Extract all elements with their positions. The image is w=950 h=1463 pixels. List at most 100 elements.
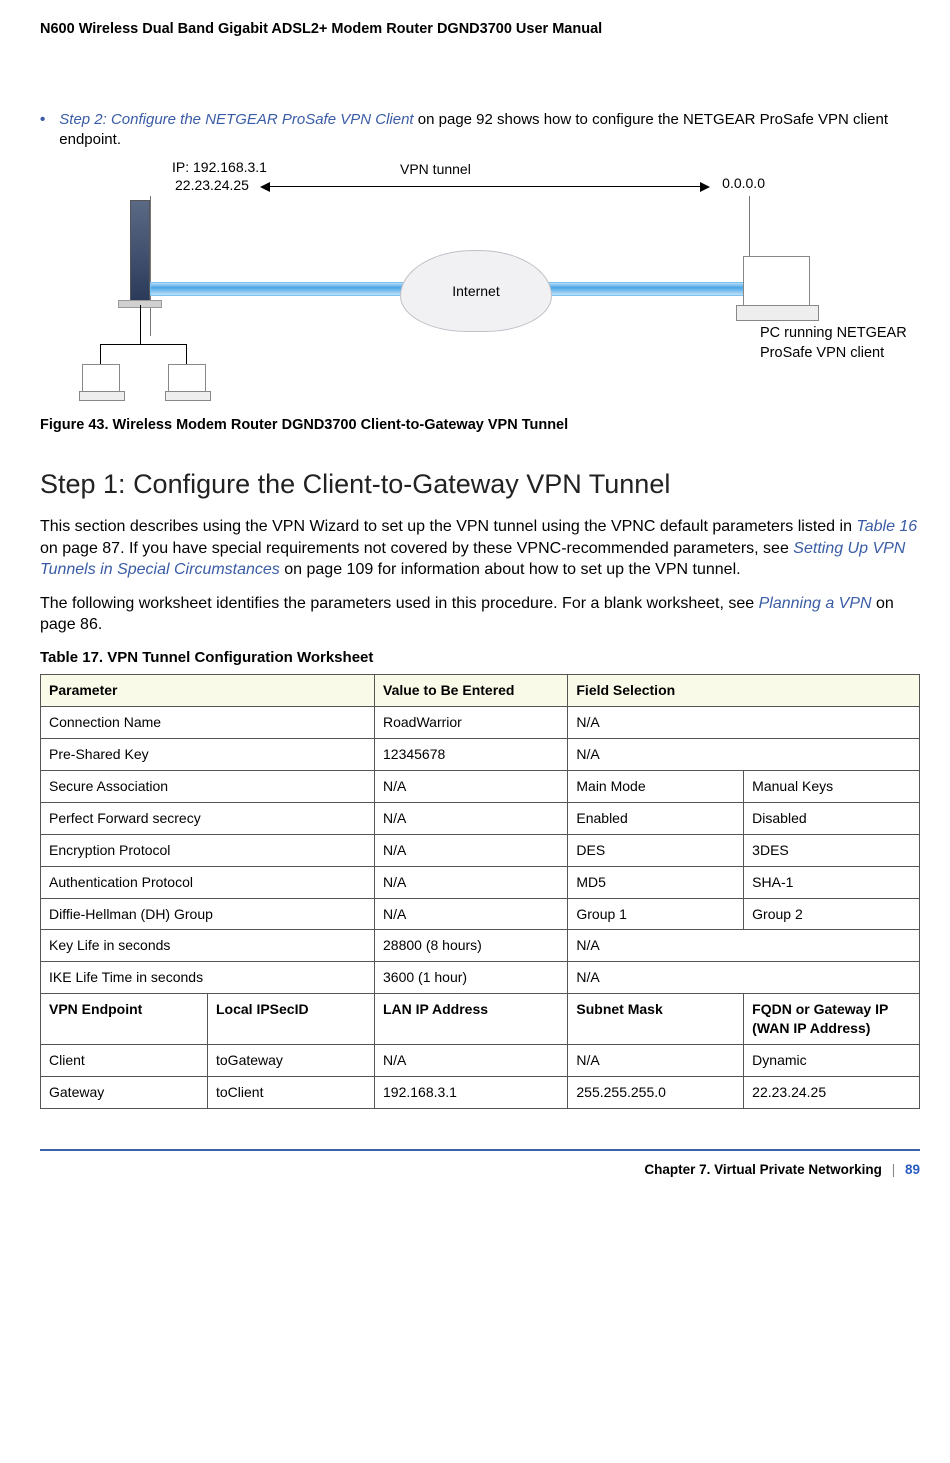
cell-field: SHA-1 [744,866,920,898]
internet-cloud-icon: Internet [400,250,552,332]
cell-value: 12345678 [375,739,568,771]
cell: 22.23.24.25 [744,1076,920,1108]
label-ip-lan: IP: 192.168.3.1 [172,158,267,177]
cell-field: N/A [568,739,920,771]
subhead-cell: FQDN or Gateway IP (WAN IP Address) [744,994,920,1045]
link-table16[interactable]: Table 16 [856,518,917,535]
lan-line [186,344,187,364]
arrow-right-icon [700,182,710,192]
footer-chapter: Chapter 7. Virtual Private Networking [644,1162,882,1177]
cell-value: N/A [375,802,568,834]
cell-parameter: Pre-Shared Key [41,739,375,771]
table-row: Encryption ProtocolN/ADES3DES [41,834,920,866]
cell-parameter: Secure Association [41,770,375,802]
cell-value: 28800 (8 hours) [375,930,568,962]
paragraph-2: The following worksheet identifies the p… [40,593,920,636]
cell-field: Group 2 [744,898,920,930]
client-pc-caption: PC running NETGEAR ProSafe VPN client [760,324,920,363]
th-value: Value to Be Entered [375,675,568,707]
p1-c: on page 109 for information about how to… [280,561,741,578]
lan-line [100,344,101,364]
label-vpn-tunnel: VPN tunnel [400,160,471,179]
cell-parameter: Encryption Protocol [41,834,375,866]
table-row: Authentication ProtocolN/AMD5SHA-1 [41,866,920,898]
footer-page-number: 89 [905,1162,920,1177]
client-pc-icon [743,256,810,308]
section-heading: Step 1: Configure the Client-to-Gateway … [40,466,920,502]
lan-pc-icon [168,364,206,394]
figure-caption: Figure 43. Wireless Modem Router DGND370… [40,416,920,436]
page-footer: Chapter 7. Virtual Private Networking | … [40,1149,920,1179]
cell-field: Group 1 [568,898,744,930]
lan-pc-icon [82,364,120,394]
table-row: Key Life in seconds28800 (8 hours)N/A [41,930,920,962]
cell-parameter: Perfect Forward secrecy [41,802,375,834]
table-row: Perfect Forward secrecyN/AEnabledDisable… [41,802,920,834]
th-field-selection: Field Selection [568,675,920,707]
subhead-cell: VPN Endpoint [41,994,208,1045]
cell-field: Enabled [568,802,744,834]
figure-diagram: IP: 192.168.3.1 22.23.24.25 VPN tunnel 0… [100,160,920,410]
cell-parameter: IKE Life Time in seconds [41,962,375,994]
table-row: IKE Life Time in seconds3600 (1 hour)N/A [41,962,920,994]
cell-value: N/A [375,866,568,898]
cell-field: MD5 [568,866,744,898]
bullet-dot-icon: • [40,110,45,151]
cell: Gateway [41,1076,208,1108]
table-row: Connection NameRoadWarriorN/A [41,707,920,739]
table-row: GatewaytoClient192.168.3.1255.255.255.02… [41,1076,920,1108]
lan-line [100,344,186,345]
cell-field: N/A [568,707,920,739]
label-ip-wan: 22.23.24.25 [175,176,249,195]
router-icon [130,200,150,302]
table-subheader-row: VPN EndpointLocal IPSecIDLAN IP AddressS… [41,994,920,1045]
cell-value: N/A [375,898,568,930]
footer-sep-icon: | [892,1162,896,1177]
cell: Dynamic [744,1044,920,1076]
cell: 192.168.3.1 [375,1076,568,1108]
th-parameter: Parameter [41,675,375,707]
arrow-line [265,186,705,187]
cell: Client [41,1044,208,1076]
bullet-text: Step 2: Configure the NETGEAR ProSafe VP… [59,110,920,151]
cell-field: DES [568,834,744,866]
cell-value: 3600 (1 hour) [375,962,568,994]
subhead-cell: Subnet Mask [568,994,744,1045]
label-ip-client: 0.0.0.0 [722,174,765,193]
arrow-left-icon [260,182,270,192]
table-caption: Table 17. VPN Tunnel Configuration Works… [40,648,920,668]
cell: N/A [375,1044,568,1076]
cell: toClient [208,1076,375,1108]
table-row: Secure AssociationN/AMain ModeManual Key… [41,770,920,802]
bullet-item: • Step 2: Configure the NETGEAR ProSafe … [40,110,920,151]
paragraph-1: This section describes using the VPN Wiz… [40,516,920,581]
p2-a: The following worksheet identifies the p… [40,595,759,612]
cell-value: N/A [375,834,568,866]
p1-b: on page 87. If you have special requirem… [40,540,793,557]
cell-parameter: Connection Name [41,707,375,739]
cell-field: N/A [568,930,920,962]
lan-line [140,305,141,345]
cell: 255.255.255.0 [568,1076,744,1108]
link-planning-vpn[interactable]: Planning a VPN [759,595,872,612]
cell: toGateway [208,1044,375,1076]
subhead-cell: Local IPSecID [208,994,375,1045]
cell: N/A [568,1044,744,1076]
cell-field: N/A [568,962,920,994]
table-row: ClienttoGatewayN/AN/ADynamic [41,1044,920,1076]
cell-field: Main Mode [568,770,744,802]
cell-parameter: Authentication Protocol [41,866,375,898]
table-row: Pre-Shared Key12345678N/A [41,739,920,771]
cell-field: 3DES [744,834,920,866]
cell-parameter: Key Life in seconds [41,930,375,962]
cell-value: RoadWarrior [375,707,568,739]
link-step2[interactable]: Step 2: Configure the NETGEAR ProSafe VP… [59,111,413,128]
table-row: Diffie-Hellman (DH) GroupN/AGroup 1Group… [41,898,920,930]
cell-parameter: Diffie-Hellman (DH) Group [41,898,375,930]
vpn-worksheet-table: Parameter Value to Be Entered Field Sele… [40,674,920,1108]
cell-field: Manual Keys [744,770,920,802]
cell-value: N/A [375,770,568,802]
subhead-cell: LAN IP Address [375,994,568,1045]
doc-header: N600 Wireless Dual Band Gigabit ADSL2+ M… [40,20,920,40]
p1-a: This section describes using the VPN Wiz… [40,518,856,535]
